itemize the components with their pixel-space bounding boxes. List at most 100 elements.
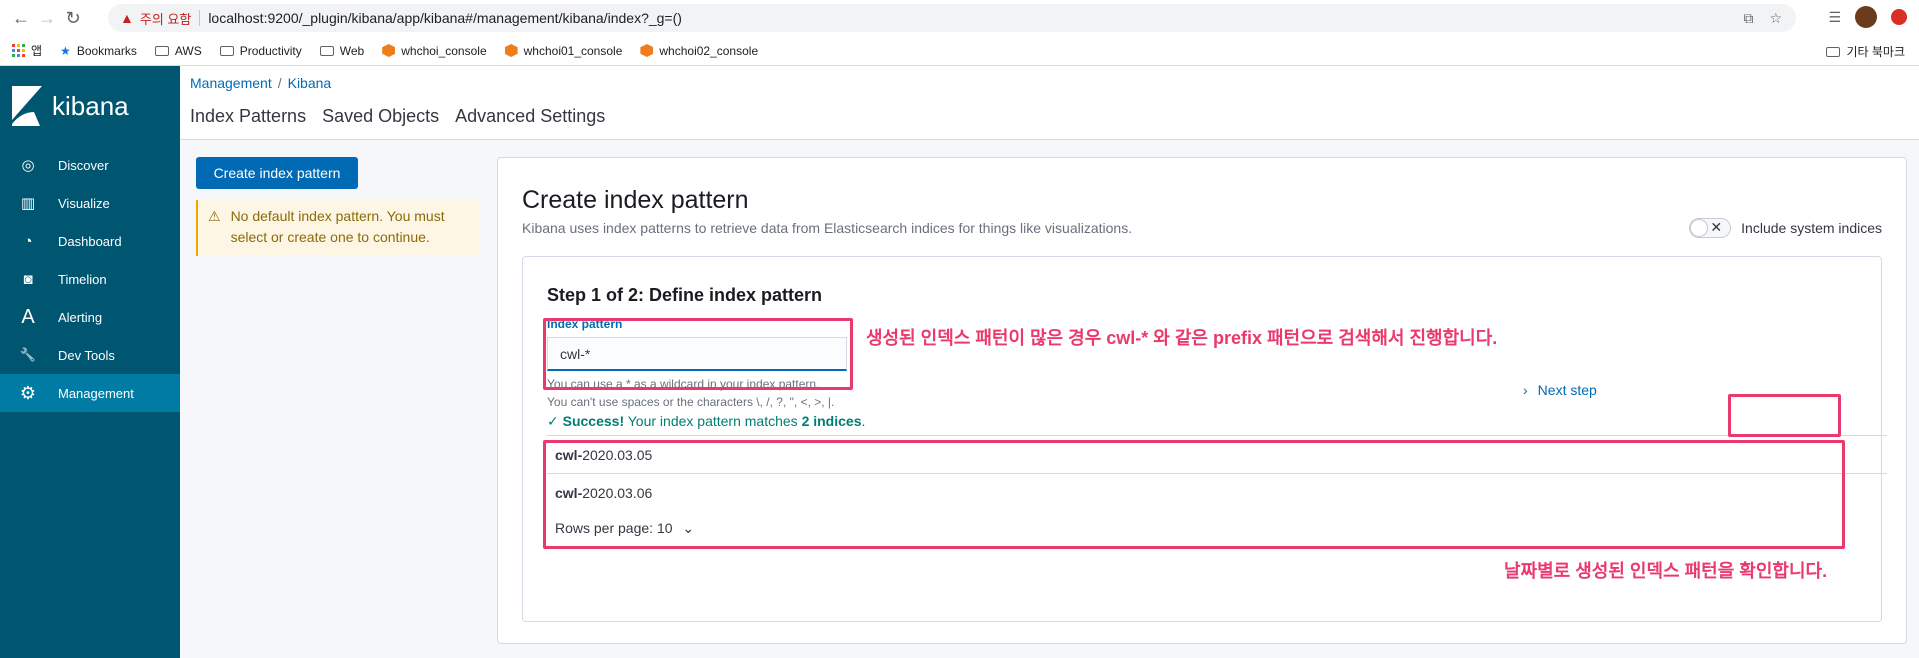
bookmark-label: Web	[339, 43, 365, 58]
breadcrumb-management[interactable]: Management	[190, 75, 272, 91]
page-title: Create index pattern	[522, 186, 749, 214]
reading-list-icon[interactable]: ☰	[1828, 9, 1841, 26]
extension-icon[interactable]	[1891, 9, 1907, 25]
kibana-sidebar: kibana ◎ Discover ▥ Visualize ◔ Dashboar…	[0, 66, 180, 658]
tab-advanced-settings[interactable]: Advanced Settings	[455, 106, 605, 127]
toggle-label: Include system indices	[1741, 220, 1882, 236]
hexagon-icon	[640, 44, 654, 57]
next-step-button[interactable]: › Next step	[1523, 382, 1597, 398]
folder-icon	[1826, 46, 1841, 57]
close-icon: ✕	[1710, 219, 1723, 235]
browser-toolbar: ← → ↻ ▲ 주의 요함 localhost:9200/_plugin/kib…	[0, 0, 1919, 36]
sidebar-item-discover[interactable]: ◎ Discover	[0, 146, 180, 184]
bookmark-label: whchoi01_console	[523, 43, 623, 58]
bookmark-aws[interactable]: AWS	[154, 43, 202, 58]
management-header: Management / Kibana Index Patterns Saved O…	[180, 66, 1919, 140]
brand-name: kibana	[52, 90, 129, 121]
bookmark-label: whchoi_console	[401, 43, 487, 58]
include-system-indices-toggle[interactable]: ✕ Include system indices	[1689, 218, 1882, 238]
sidebar-item-label: Management	[58, 385, 134, 401]
bookmark-whchoi02-console[interactable]: whchoi02_console	[640, 44, 758, 58]
management-tabs: Index Patterns Saved Objects Advanced Se…	[190, 106, 605, 127]
bookmark-label: AWS	[174, 43, 202, 58]
bookmark-star-icon[interactable]: ☆	[1769, 10, 1782, 27]
breadcrumb-kibana[interactable]: Kibana	[288, 75, 332, 91]
check-icon: ✓	[547, 413, 563, 429]
sidebar-item-label: Alerting	[58, 309, 103, 325]
wrench-icon: 🔧	[19, 347, 37, 362]
breadcrumb-separator: /	[277, 75, 282, 91]
sidebar-item-label: Timelion	[58, 271, 107, 287]
sidebar-item-visualize[interactable]: ▥ Visualize	[0, 184, 180, 222]
success-text: Your index pattern matches	[624, 413, 802, 429]
warning-icon: ⚠	[208, 208, 221, 224]
bookmark-label: Bookmarks	[76, 43, 137, 58]
other-bookmarks-label: 기타 북마크	[1846, 45, 1905, 59]
annotation-note-dates: 날짜별로 생성된 인덱스 패턴을 확인합니다.	[1504, 561, 1828, 581]
success-bold: Success!	[562, 413, 625, 429]
address-bar[interactable]: ▲ 주의 요함 localhost:9200/_plugin/kibana/ap…	[108, 4, 1796, 32]
gauge-icon: ◔	[23, 232, 33, 250]
folder-icon	[319, 45, 334, 56]
back-icon[interactable]: ←	[8, 5, 34, 31]
bookmarks-bar: 앱 ★ Bookmarks AWS Productivity Web whcho…	[0, 36, 1919, 66]
bookmark-web[interactable]: Web	[319, 43, 365, 58]
bookmark-label: Productivity	[239, 43, 302, 58]
page-description: Kibana uses index patterns to retrieve d…	[522, 220, 1133, 236]
success-message: ✓ Success! Your index pattern matches 2 …	[547, 413, 865, 430]
help-line: You can't use spaces or the characters \…	[547, 395, 835, 409]
sidebar-item-dashboard[interactable]: ◔ Dashboard	[0, 222, 180, 260]
translate-icon[interactable]: ⧉	[1743, 10, 1753, 27]
step-title: Step 1 of 2: Define index pattern	[547, 285, 823, 305]
bookmark-productivity[interactable]: Productivity	[219, 43, 302, 58]
annotation-note-pattern: 생성된 인덱스 패턴이 많은 경우 cwl-* 와 같은 prefix 패턴으로…	[866, 328, 1498, 348]
folder-icon	[154, 45, 169, 56]
bar-chart-icon: ▥	[20, 195, 36, 212]
hexagon-icon	[504, 44, 518, 57]
success-end: .	[861, 413, 866, 429]
bookmark-label: whchoi02_console	[659, 43, 759, 58]
compass-icon: ◎	[21, 157, 35, 174]
timelion-icon: ◙	[23, 270, 33, 288]
bookmark-apps[interactable]: 앱	[12, 42, 42, 59]
sidebar-item-label: Dashboard	[58, 233, 122, 249]
forward-icon[interactable]: →	[34, 5, 60, 31]
other-bookmarks[interactable]: 기타 북마크	[1826, 43, 1905, 60]
kibana-logo-icon	[12, 86, 42, 126]
hexagon-icon	[382, 44, 396, 57]
gear-icon: ⚙	[19, 382, 37, 403]
no-default-pattern-callout: ⚠ No default index pattern. You must sel…	[196, 200, 480, 256]
folder-icon	[219, 45, 234, 56]
alerting-a-icon: A	[21, 305, 35, 328]
apps-grid-icon	[12, 44, 25, 57]
annotation-box-indices	[543, 440, 1845, 549]
sidebar-item-management[interactable]: ⚙ Management	[0, 374, 180, 412]
tab-saved-objects[interactable]: Saved Objects	[322, 106, 439, 127]
sidebar-item-alerting[interactable]: A Alerting	[0, 298, 180, 336]
sidebar-item-label: Discover	[58, 157, 109, 173]
chevron-right-icon: ›	[1523, 382, 1528, 398]
star-icon: ★	[60, 43, 71, 58]
sidebar-item-timelion[interactable]: ◙ Timelion	[0, 260, 180, 298]
warning-icon: ▲	[120, 10, 134, 26]
annotation-box-index-pattern	[543, 318, 853, 390]
sidebar-item-label: Dev Tools	[58, 347, 115, 363]
bookmark-whchoi01-console[interactable]: whchoi01_console	[504, 43, 623, 58]
url-text[interactable]: localhost:9200/_plugin/kibana/app/kibana…	[208, 10, 682, 26]
success-count: 2 indices	[801, 413, 862, 429]
sidebar-item-dev-tools[interactable]: 🔧 Dev Tools	[0, 336, 180, 374]
profile-avatar[interactable]	[1855, 6, 1877, 28]
callout-text: No default index pattern. You must selec…	[230, 208, 445, 245]
reload-icon[interactable]: ↻	[60, 5, 86, 31]
security-warning-label[interactable]: 주의 요함	[140, 9, 191, 28]
tab-index-patterns[interactable]: Index Patterns	[190, 106, 306, 127]
toggle-switch[interactable]: ✕	[1689, 218, 1732, 238]
bookmark-whchoi-console[interactable]: whchoi_console	[382, 43, 487, 58]
sidebar-item-label: Visualize	[58, 195, 110, 211]
next-step-label: Next step	[1537, 382, 1597, 398]
create-index-pattern-button[interactable]: Create index pattern	[196, 157, 358, 189]
annotation-box-next-step	[1728, 394, 1841, 437]
kibana-logo[interactable]: kibana	[0, 66, 180, 146]
toggle-knob	[1690, 219, 1709, 237]
bookmark-bookmarks[interactable]: ★ Bookmarks	[60, 44, 137, 58]
